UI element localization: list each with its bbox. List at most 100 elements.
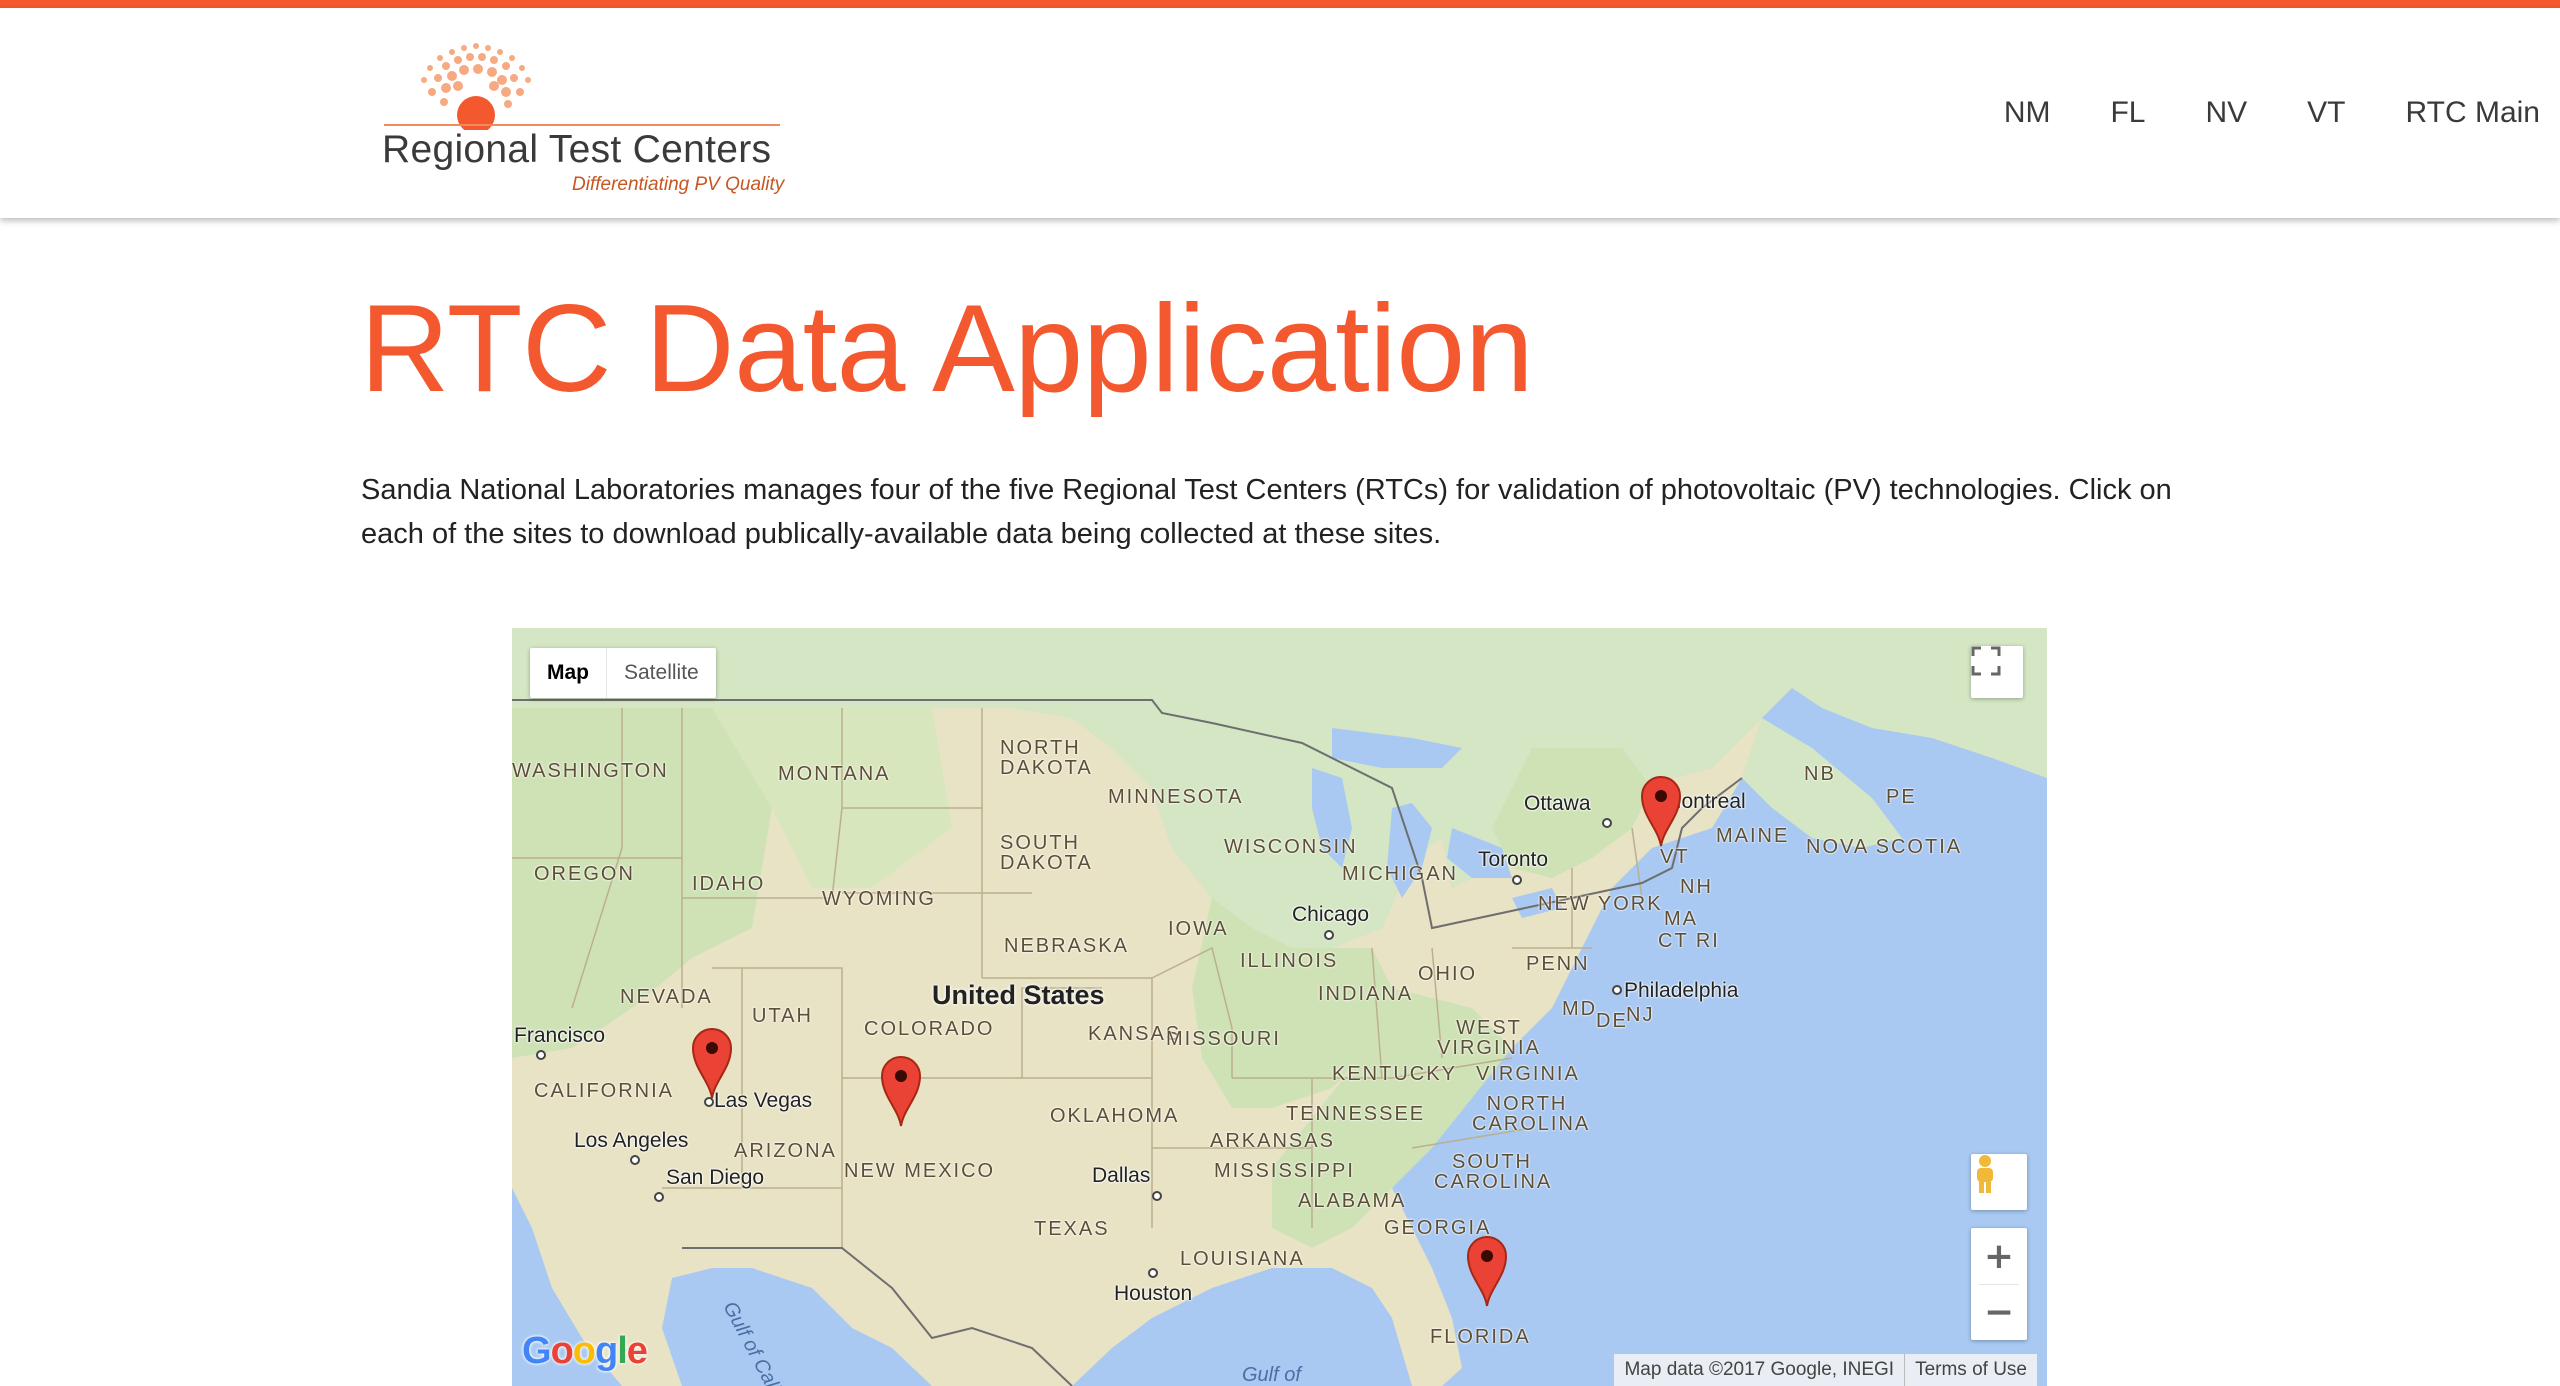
map-label-united-states: United States xyxy=(932,980,1105,1010)
map-label-missouri: MISSOURI xyxy=(1166,1028,1281,1050)
logo-title: Regional Test Centers xyxy=(382,128,772,171)
map-city-philadelphia: Philadelphia xyxy=(1624,979,1739,1002)
map-city-san-francisco: Francisco xyxy=(514,1024,606,1047)
fullscreen-icon xyxy=(1971,646,2001,676)
map-label-oklahoma: OKLAHOMA xyxy=(1050,1105,1180,1127)
map-label-arizona: ARIZONA xyxy=(734,1140,837,1162)
map-city-dot xyxy=(1602,818,1612,828)
map-label-idaho: IDAHO xyxy=(692,873,766,895)
map-label-utah: UTAH xyxy=(752,1005,813,1027)
map-city-san-diego: San Diego xyxy=(666,1166,765,1189)
main-nav: NM FL NV VT RTC Main xyxy=(1944,96,2540,130)
map-label-new-mexico: NEW MEXICO xyxy=(844,1160,996,1182)
map-label-florida: FLORIDA xyxy=(1430,1326,1531,1348)
map-label-nova-scotia: NOVA SCOTIA xyxy=(1806,836,1963,858)
map-label-md: MD xyxy=(1562,998,1598,1020)
map-marker-vt[interactable] xyxy=(1638,772,1684,848)
map-city-ottawa: Ottawa xyxy=(1524,792,1591,815)
rtc-logo[interactable]: Regional Test Centers Differentiating PV… xyxy=(380,34,800,204)
map-marker-nv[interactable] xyxy=(689,1024,735,1100)
map-label-kentucky: KENTUCKY xyxy=(1332,1063,1457,1085)
map-attribution: Map data ©2017 Google, INEGI Terms of Us… xyxy=(1614,1354,2037,1386)
page-title: RTC Data Application xyxy=(360,280,1534,418)
map-label-west-virginia: WEST VIRGINIA xyxy=(1437,1017,1541,1059)
terms-of-use-link[interactable]: Terms of Use xyxy=(1904,1354,2037,1386)
nav-link-nm[interactable]: NM xyxy=(2004,96,2051,130)
map-label-louisiana: LOUISIANA xyxy=(1180,1248,1305,1270)
map-label-michigan: MICHIGAN xyxy=(1342,863,1458,885)
map-label-tennessee: TENNESSEE xyxy=(1286,1103,1426,1125)
map-label-penn: PENN xyxy=(1526,953,1590,975)
map-label-montana: MONTANA xyxy=(778,763,891,785)
map-city-dot xyxy=(630,1155,640,1165)
map-label-alabama: ALABAMA xyxy=(1298,1190,1407,1212)
map-label-wisconsin: WISCONSIN xyxy=(1224,836,1358,858)
map-label-north-dakota: NORTH DAKOTA xyxy=(1000,737,1093,779)
zoom-control: + − xyxy=(1971,1228,2027,1340)
map-type-map-button[interactable]: Map xyxy=(530,648,607,698)
logo-divider xyxy=(384,124,780,126)
map-label-illinois: ILLINOIS xyxy=(1240,950,1339,972)
nav-link-fl[interactable]: FL xyxy=(2110,96,2145,130)
map-label-pe: PE xyxy=(1886,786,1917,808)
map-water-gulf-of-mexico: Gulf of xyxy=(1242,1364,1301,1386)
map-label-indiana: INDIANA xyxy=(1318,983,1414,1005)
map-city-dot xyxy=(1324,930,1334,940)
map-type-control: Map Satellite xyxy=(530,648,716,698)
map-label-north-carolina: NORTH CAROLINA xyxy=(1472,1093,1591,1135)
map-label-nb: NB xyxy=(1804,763,1836,785)
street-view-pegman-button[interactable] xyxy=(1971,1154,2027,1210)
map-label-texas: TEXAS xyxy=(1034,1218,1110,1240)
map-label-mississippi: MISSISSIPPI xyxy=(1214,1160,1355,1182)
zoom-out-button[interactable]: − xyxy=(1971,1285,2027,1340)
pegman-icon xyxy=(1977,1155,1993,1193)
site-header: Regional Test Centers Differentiating PV… xyxy=(0,8,2560,218)
map-label-ohio: OHIO xyxy=(1418,963,1478,985)
map-label-nebraska: NEBRASKA xyxy=(1004,935,1129,957)
map-label-washington: WASHINGTON xyxy=(512,760,669,782)
map-city-houston: Houston xyxy=(1114,1282,1193,1305)
map-city-los-angeles: Los Angeles xyxy=(574,1129,689,1152)
map-city-dot xyxy=(536,1050,546,1060)
map-label-maine: MAINE xyxy=(1716,825,1790,847)
map-label-new-york: NEW YORK xyxy=(1538,893,1663,915)
map-label-nevada: NEVADA xyxy=(620,986,713,1008)
map-label-de: DE xyxy=(1596,1010,1628,1032)
sunburst-logo-icon xyxy=(421,43,531,130)
top-accent-bar xyxy=(0,0,2560,8)
map-city-dallas: Dallas xyxy=(1092,1164,1151,1187)
zoom-in-button[interactable]: + xyxy=(1971,1229,2027,1284)
map-label-nh: NH xyxy=(1680,876,1713,898)
map-label-ma: MA xyxy=(1664,908,1698,930)
google-logo[interactable]: Google xyxy=(522,1330,648,1373)
map-label-colorado: COLORADO xyxy=(864,1018,995,1040)
intro-text: Sandia National Laboratories manages fou… xyxy=(361,474,2172,550)
nav-link-vt[interactable]: VT xyxy=(2307,96,2345,130)
map-type-satellite-button[interactable]: Satellite xyxy=(607,648,716,698)
map-label-south-dakota: SOUTH DAKOTA xyxy=(1000,832,1093,874)
map-label-ct-ri: CT RI xyxy=(1658,930,1720,952)
map-label-oregon: OREGON xyxy=(534,863,635,885)
map-label-minnesota: MINNESOTA xyxy=(1108,786,1244,808)
map-city-toronto: Toronto xyxy=(1478,848,1549,871)
map-label-nj: NJ xyxy=(1626,1004,1655,1026)
nav-link-nv[interactable]: NV xyxy=(2205,96,2247,130)
map-city-dot xyxy=(1152,1191,1162,1201)
map-label-vt: VT xyxy=(1660,846,1690,868)
map-label-california: CALIFORNIA xyxy=(534,1080,675,1102)
map-label-virginia: VIRGINIA xyxy=(1476,1063,1580,1085)
map-city-chicago: Chicago xyxy=(1292,903,1370,926)
map-data-credit: Map data ©2017 Google, INEGI xyxy=(1624,1359,1895,1380)
map-label-south-carolina: SOUTH CAROLINA xyxy=(1434,1151,1553,1193)
map-marker-nm[interactable] xyxy=(878,1052,924,1128)
map-city-dot xyxy=(1512,875,1522,885)
map-city-dot xyxy=(1612,985,1622,995)
sites-map[interactable]: Map Satellite United States WASHINGTON M… xyxy=(512,628,2047,1386)
map-marker-fl[interactable] xyxy=(1464,1232,1510,1308)
fullscreen-button[interactable] xyxy=(1971,646,2023,698)
map-background xyxy=(512,628,2047,1386)
map-city-dot xyxy=(1148,1268,1158,1278)
nav-link-rtc-main[interactable]: RTC Main xyxy=(2406,96,2540,130)
logo-tagline: Differentiating PV Quality xyxy=(572,174,785,195)
map-city-dot xyxy=(654,1192,664,1202)
